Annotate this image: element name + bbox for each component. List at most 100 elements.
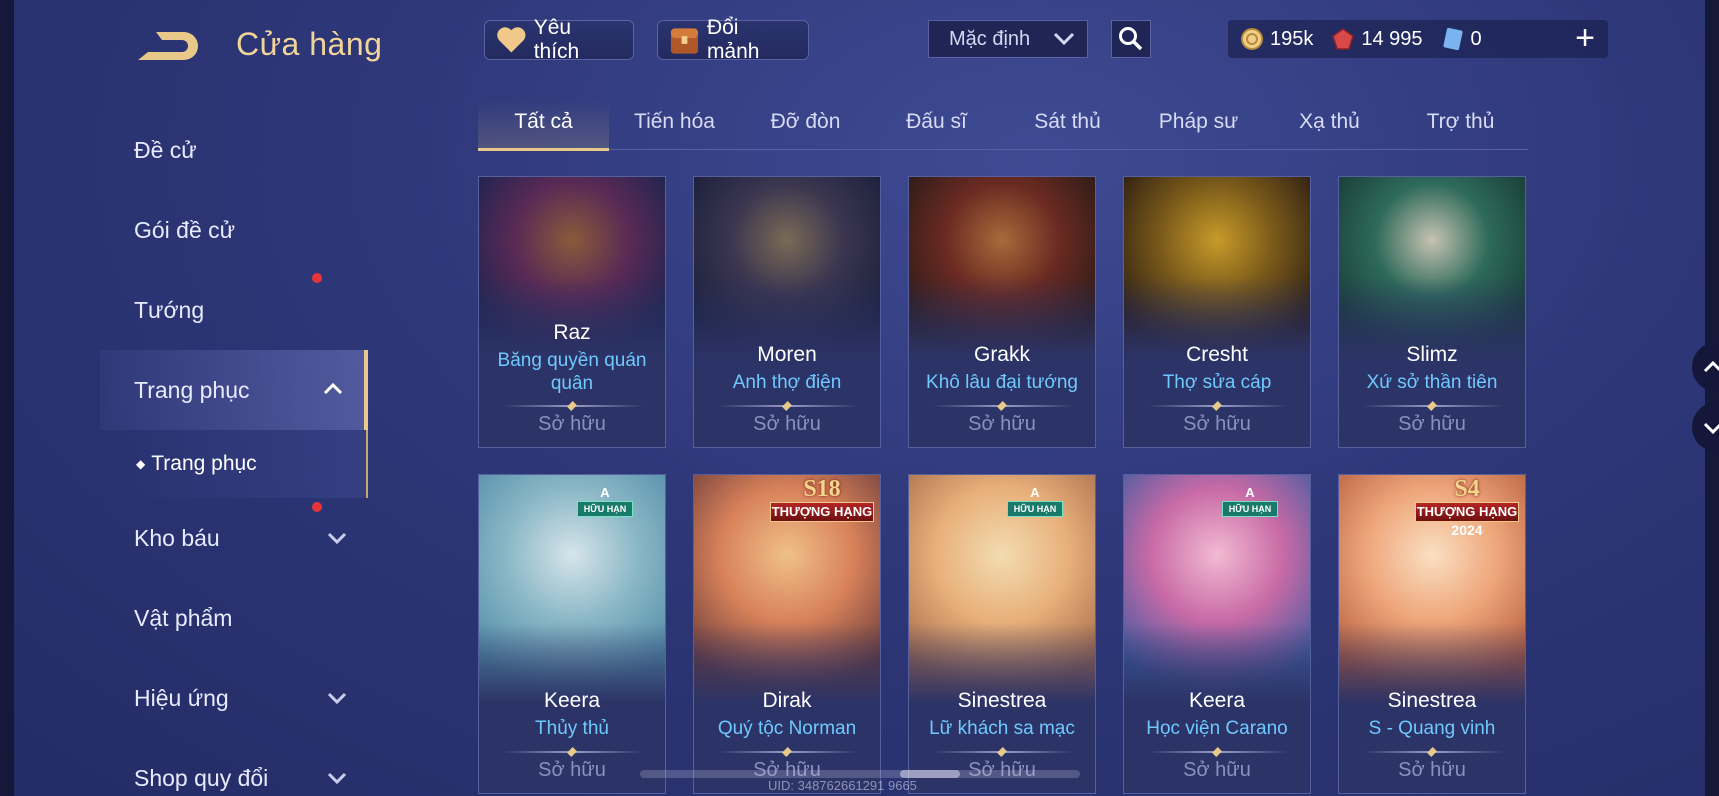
page-title: Cửa hàng — [236, 26, 383, 62]
gem-currency: 14 995 — [1331, 27, 1423, 51]
sidebar-item-treasure[interactable]: Kho báu — [100, 498, 368, 578]
tab-support[interactable]: Trợ thủ — [1395, 100, 1526, 149]
sidebar-item-label: Đề cử — [134, 136, 197, 163]
card-divider — [1363, 405, 1503, 407]
search-button[interactable] — [1111, 20, 1151, 58]
add-currency-button[interactable]: + — [1566, 20, 1604, 58]
skin-card[interactable]: Raz Băng quyền quán quân Sở hữu — [478, 176, 666, 448]
hero-name: Keera — [543, 689, 601, 712]
gem-amount: 14 995 — [1361, 27, 1423, 50]
sidebar-item-items[interactable]: Vật phẩm — [100, 578, 368, 658]
scrollbar-thumb[interactable] — [900, 770, 960, 778]
sidebar-item-label: Hiệu ứng — [134, 684, 229, 711]
badge-bottom-text: THƯỢNG HẠNG — [770, 502, 874, 522]
card-divider — [503, 405, 643, 407]
scroll-up-button[interactable] — [1692, 342, 1719, 392]
card-divider — [718, 751, 858, 753]
skin-name-line: Lữ khách sa mạc — [929, 718, 1075, 739]
skin-card[interactable]: Slimz Xứ sở thần tiên Sở hữu — [1338, 176, 1526, 448]
skin-card[interactable]: Cresht Thợ sửa cáp Sở hữu — [1123, 176, 1311, 448]
skin-name: Băng quyền quán quân — [479, 349, 665, 395]
skin-name-line: Thợ sửa cáp — [1162, 372, 1272, 393]
skin-card[interactable]: Sinestrea Lữ khách sa mạc Sở hữu A HỮU HẠN — [908, 474, 1096, 794]
scroll-down-button[interactable] — [1692, 402, 1719, 452]
skin-name: Thủy thủ — [479, 717, 665, 740]
limited-badge: A HỮU HẠN — [577, 485, 633, 525]
tab-tank[interactable]: Đỡ đòn — [740, 100, 871, 149]
card-divider — [1148, 751, 1288, 753]
back-arrow-icon — [138, 32, 198, 60]
limited-badge: A HỮU HẠN — [1222, 485, 1278, 525]
skin-card[interactable]: Moren Anh thợ điện Sở hữu — [693, 176, 881, 448]
tab-evolution[interactable]: Tiến hóa — [609, 100, 740, 149]
skin-name-line: Băng quyền quán — [497, 350, 647, 371]
skin-name: Anh thợ điện — [694, 371, 880, 394]
season-rank-badge: S18 THƯỢNG HẠNG — [770, 477, 874, 537]
artwork-fade — [479, 277, 665, 357]
skin-card[interactable]: Dirak Quý tộc Norman Sở hữu S18 THƯỢNG HẠNG — [693, 474, 881, 794]
skin-name-line: Khô lâu đại tướng — [926, 372, 1078, 393]
sidebar-item-effects[interactable]: Hiệu ứng — [100, 658, 368, 738]
owned-status: Sở hữu — [538, 759, 606, 781]
skin-card[interactable]: Sinestrea S - Quang vinh Sở hữu S4 THƯỢNG HẠ… — [1338, 474, 1526, 794]
badge-bottom-text: HỮU HẠN — [1222, 501, 1278, 517]
gold-currency: 195k — [1240, 27, 1313, 51]
tab-assassin[interactable]: Sát thủ — [1002, 100, 1133, 149]
red-gem-icon — [1332, 28, 1355, 50]
skin-name: S - Quang vinh — [1339, 717, 1525, 740]
voucher-currency: 0 — [1441, 27, 1482, 51]
sidebar-item-recommended-bundles[interactable]: Gói đề cử — [100, 190, 368, 283]
tab-fighter[interactable]: Đấu sĩ — [871, 100, 1002, 149]
sidebar-item-recommended[interactable]: Đề cử — [100, 110, 368, 190]
skin-name-line: Anh thợ điện — [732, 372, 842, 393]
badge-bottom-text: HỮU HẠN — [1007, 501, 1063, 517]
sidebar-item-heroes[interactable]: Tướng — [100, 270, 368, 350]
tab-all[interactable]: Tất cả — [478, 100, 609, 151]
favorites-label: Yêu thích — [533, 16, 580, 63]
currency-bar: 195k 14 995 0 — [1228, 20, 1608, 58]
sidebar-subitem-label: Trang phục — [151, 452, 257, 475]
treasure-chest-icon — [670, 28, 699, 54]
voucher-icon — [1443, 27, 1463, 51]
chevron-down-icon — [327, 772, 347, 785]
sidebar-item-label: Trang phục — [134, 376, 250, 403]
sort-selected-value: Mặc định — [949, 27, 1031, 50]
sidebar-item-label: Shop quy đổi — [134, 764, 269, 791]
skin-name-line: Quý tộc Norman — [717, 718, 857, 739]
badge-top-text: S4 — [1454, 476, 1480, 502]
hero-name: Keera — [1188, 689, 1246, 712]
tab-marksman[interactable]: Xạ thủ — [1264, 100, 1395, 149]
screen-frame-right — [1705, 0, 1719, 796]
skin-name-line: quân — [550, 373, 594, 394]
skin-card[interactable]: Keera Thủy thủ Sở hữu A HỮU HẠN — [478, 474, 666, 794]
skin-name-line: Học viện Carano — [1146, 718, 1288, 739]
badge-top-text: A — [600, 485, 610, 500]
skin-name: Học viện Carano — [1124, 717, 1310, 740]
hero-name: Dirak — [762, 689, 812, 712]
skin-name-line: S - Quang vinh — [1368, 718, 1496, 739]
category-tabs: Tất cả Tiến hóa Đỡ đòn Đấu sĩ Sát thủ Ph… — [478, 100, 1528, 151]
hero-name: Raz — [553, 321, 591, 344]
search-icon — [1119, 27, 1143, 51]
skin-card[interactable]: Keera Học viện Carano Sở hữu A HỮU HẠN — [1123, 474, 1311, 794]
badge-top-text: A — [1030, 485, 1040, 500]
skin-card[interactable]: Grakk Khô lâu đại tướng Sở hữu — [908, 176, 1096, 448]
skin-name: Thợ sửa cáp — [1124, 371, 1310, 394]
skin-name-line: Thủy thủ — [535, 718, 609, 739]
exchange-shards-button[interactable]: Đổi mảnh — [657, 16, 809, 63]
sidebar-item-label: Vật phẩm — [134, 604, 233, 631]
tab-mage[interactable]: Pháp sư — [1133, 100, 1264, 149]
limited-badge: A HỮU HẠN — [1007, 485, 1063, 525]
horizontal-scrollbar[interactable] — [640, 770, 1080, 778]
card-divider — [718, 405, 858, 407]
favorites-button[interactable]: Yêu thích — [484, 16, 634, 63]
sidebar-item-exchange-shop[interactable]: Shop quy đổi — [100, 738, 368, 796]
sidebar-item-skins[interactable]: Trang phục — [100, 350, 368, 430]
badge-year-text: 2024 — [1451, 522, 1483, 538]
badge-top-text: A — [1245, 485, 1255, 500]
hero-name: Sinestrea — [957, 689, 1047, 712]
back-button[interactable] — [132, 26, 206, 66]
sort-dropdown[interactable]: Mặc định — [928, 20, 1088, 58]
hero-name: Sinestrea — [1387, 689, 1477, 712]
sidebar-subitem-skins[interactable]: ◆ Trang phục — [100, 430, 368, 498]
